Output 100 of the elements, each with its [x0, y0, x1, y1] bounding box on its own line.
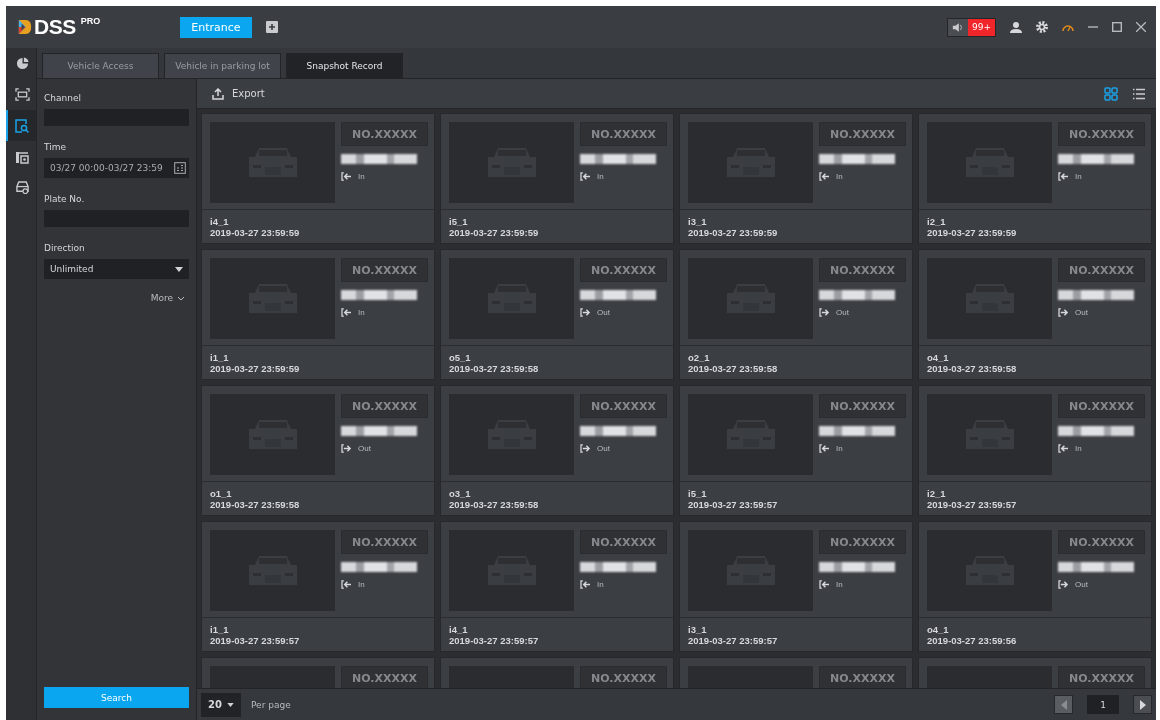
channel-name: o4_1 — [927, 351, 950, 363]
plate-placeholder: NO.XXXXX — [341, 530, 428, 554]
channel-name: i4_1 — [210, 215, 230, 227]
direction-label: In — [1075, 172, 1082, 181]
dropdown-caret-icon — [175, 266, 183, 272]
direction-label: In — [597, 172, 604, 181]
close-icon[interactable] — [1136, 22, 1146, 32]
next-icon — [1139, 699, 1146, 710]
snapshot-card[interactable]: NO.XXXXX — [440, 657, 674, 688]
user-icon[interactable] — [1010, 21, 1022, 33]
frame-icon — [14, 88, 30, 101]
snapshot-card[interactable]: NO.XXXXX — [679, 657, 913, 688]
maximize-icon[interactable] — [1112, 22, 1122, 32]
tab[interactable]: Vehicle in parking lot — [164, 53, 281, 78]
snapshot-time: 2019-03-27 23:59:58 — [210, 498, 301, 510]
alarm-indicator[interactable]: 99+ — [947, 17, 996, 37]
snapshot-time: 2019-03-27 23:59:59 — [210, 362, 301, 374]
direction-label: Out — [358, 444, 371, 453]
tab[interactable]: Vehicle Access — [42, 53, 159, 78]
plate-placeholder: NO.XXXXX — [819, 122, 906, 146]
settings-icon[interactable] — [1036, 21, 1048, 33]
tab[interactable]: Snapshot Record — [286, 53, 403, 78]
snapshot-card[interactable]: NO.XXXXX Out o3_1 2019-03-27 23:59:58 — [440, 385, 674, 516]
channel-name: i5_1 — [449, 215, 469, 227]
direction-label: In — [358, 308, 365, 317]
snapshot-card[interactable]: NO.XXXXX In i3_1 2019-03-27 23:59:59 — [679, 113, 913, 244]
snapshot-card[interactable]: NO.XXXXX In i1_1 2019-03-27 23:59:57 — [201, 521, 435, 652]
snapshot-time: 2019-03-27 23:59:56 — [927, 634, 1018, 646]
plate-placeholder: NO.XXXXX — [1058, 258, 1145, 282]
direction-label: In — [836, 172, 843, 181]
snapshot-time: 2019-03-27 23:59:57 — [210, 634, 301, 646]
more-link[interactable]: More — [146, 293, 189, 303]
snapshot-card[interactable]: NO.XXXXX In i4_1 2019-03-27 23:59:59 — [201, 113, 435, 244]
direction-label: In — [836, 444, 843, 453]
snapshot-card[interactable]: NO.XXXXX Out o2_1 2019-03-27 23:59:58 — [679, 249, 913, 380]
gauge-icon[interactable] — [1062, 22, 1074, 32]
add-tab-icon[interactable] — [266, 21, 278, 33]
plate-placeholder: NO.XXXXX — [341, 258, 428, 282]
pie-chart-icon — [15, 57, 29, 70]
channel-name: o1_1 — [210, 487, 233, 499]
snapshot-card[interactable]: NO.XXXXX In i2_1 2019-03-27 23:59:57 — [918, 385, 1152, 516]
plate-placeholder: NO.XXXXX — [819, 666, 906, 688]
grid-view-icon[interactable] — [1104, 86, 1118, 101]
plate-placeholder: NO.XXXXX — [580, 122, 667, 146]
direction-label: In — [1075, 444, 1082, 453]
channel-name: i1_1 — [210, 623, 230, 635]
field-label: Plate No. — [44, 194, 86, 204]
channel-name: i2_1 — [927, 487, 947, 499]
snapshot-card[interactable]: NO.XXXXX Out o4_1 2019-03-27 23:59:56 — [918, 521, 1152, 652]
snapshot-card[interactable]: NO.XXXXX In i5_1 2019-03-27 23:59:57 — [679, 385, 913, 516]
snapshot-card[interactable]: NO.XXXXX In i2_1 2019-03-27 23:59:59 — [918, 113, 1152, 244]
snapshot-time: 2019-03-27 23:59:59 — [449, 226, 540, 238]
snapshot-card[interactable]: NO.XXXXX — [918, 657, 1152, 688]
field-label: Time — [44, 142, 68, 152]
channel-name: i4_1 — [449, 623, 469, 635]
field-label: Channel — [44, 93, 82, 103]
snapshot-card[interactable]: NO.XXXXX Out o5_1 2019-03-27 23:59:58 — [440, 249, 674, 380]
plate-placeholder: NO.XXXXX — [819, 530, 906, 554]
direction-label: In — [597, 580, 604, 589]
channel-name: o3_1 — [449, 487, 472, 499]
plate-placeholder: NO.XXXXX — [580, 394, 667, 418]
snapshot-card[interactable]: NO.XXXXX In i1_1 2019-03-27 23:59:59 — [201, 249, 435, 380]
snapshot-card[interactable]: NO.XXXXX In i4_1 2019-03-27 23:59:57 — [440, 521, 674, 652]
list-view-icon[interactable] — [1132, 87, 1146, 100]
export-icon — [212, 87, 224, 100]
plate-placeholder: NO.XXXXX — [819, 394, 906, 418]
plate-placeholder: NO.XXXXX — [580, 258, 667, 282]
app-logo: DSS — [34, 16, 76, 38]
channel-name: i3_1 — [688, 215, 708, 227]
plate-placeholder: NO.XXXXX — [1058, 530, 1145, 554]
app-logo-suffix: PRO — [80, 16, 101, 26]
dropdown-caret-icon — [227, 702, 234, 707]
direction-label: Out — [836, 308, 849, 317]
next-page-button[interactable] — [1133, 695, 1152, 714]
export-button[interactable]: Export — [212, 87, 265, 100]
time-field[interactable]: 03/27 00:00-03/27 23:59 — [44, 158, 189, 178]
chevron-down-icon — [177, 295, 185, 301]
channel-name: i5_1 — [688, 487, 708, 499]
snapshot-card[interactable]: NO.XXXXX Out o1_1 2019-03-27 23:59:58 — [201, 385, 435, 516]
page-number-field[interactable]: 1 — [1087, 695, 1119, 714]
snapshot-card[interactable]: NO.XXXXX — [201, 657, 435, 688]
record-search-icon — [15, 118, 29, 133]
plate-placeholder: NO.XXXXX — [1058, 394, 1145, 418]
calendar-icon[interactable] — [174, 162, 186, 174]
page-size-dropdown[interactable]: 20 — [201, 692, 241, 717]
previous-icon — [1060, 699, 1067, 710]
snapshot-time: 2019-03-27 23:59:58 — [688, 362, 779, 374]
previous-page-button[interactable] — [1054, 695, 1073, 714]
direction-label: Out — [1075, 580, 1088, 589]
snapshot-time: 2019-03-27 23:59:59 — [688, 226, 779, 238]
car-icon — [14, 181, 30, 194]
snapshot-card[interactable]: NO.XXXXX Out o4_1 2019-03-27 23:59:58 — [918, 249, 1152, 380]
direction-dropdown[interactable]: Unlimited — [44, 259, 189, 279]
snapshot-card[interactable]: NO.XXXXX In i5_1 2019-03-27 23:59:59 — [440, 113, 674, 244]
barrier-gate-icon — [15, 149, 29, 164]
snapshot-time: 2019-03-27 23:59:57 — [927, 498, 1018, 510]
channel-name: o4_1 — [927, 623, 950, 635]
snapshot-card[interactable]: NO.XXXXX In i3_1 2019-03-27 23:59:57 — [679, 521, 913, 652]
snapshot-time: 2019-03-27 23:59:59 — [927, 226, 1018, 238]
snapshot-time: 2019-03-27 23:59:58 — [449, 362, 540, 374]
